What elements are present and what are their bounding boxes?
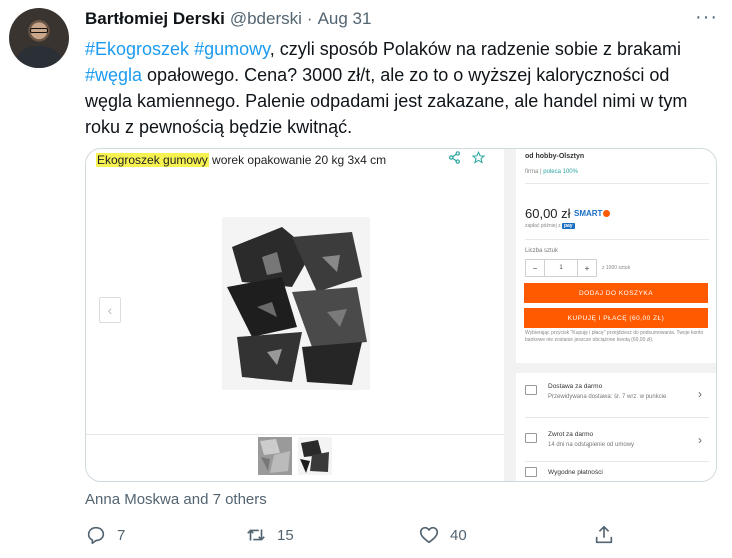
hashtag-ekogroszek[interactable]: #Ekogroszek (85, 39, 189, 59)
retweet-count: 15 (277, 526, 294, 544)
thumbnail-divider (86, 434, 504, 435)
smart-label: SMART (574, 209, 603, 218)
share-button[interactable] (593, 524, 615, 546)
purchase-panel: od hobby-Olsztyn firma | poleca 100% 60,… (516, 149, 716, 481)
liked-by[interactable]: Anna Moskwa and 7 others (85, 491, 267, 508)
attached-screenshot[interactable]: Ekogroszek gumowy worek opakowanie 20 kg… (85, 148, 717, 482)
avatar-glasses (30, 28, 48, 33)
delivery-divider (525, 417, 709, 418)
reply-count: 7 (117, 526, 126, 544)
delivery-title: Dostawa za darmo (548, 383, 603, 390)
thumbnail-2 (298, 437, 332, 475)
quantity-stepper: − 1 + (525, 259, 597, 277)
qty-label: Liczba sztuk (525, 248, 559, 254)
tweet-text-part1: , czyli sposób Polaków na radzenie sobie… (269, 39, 681, 59)
buy-box: od hobby-Olsztyn firma | poleca 100% 60,… (516, 149, 716, 363)
star-icon (471, 150, 486, 167)
seller-divider (525, 183, 709, 184)
qty-available: z 1000 sztuk (602, 265, 631, 271)
tweet-text-part2: opałowego. Cena? 3000 zł/t, ale zo to o … (85, 65, 688, 137)
qty-minus-button: − (532, 263, 538, 273)
header-separator: · (306, 9, 313, 28)
product-photo (222, 217, 370, 390)
return-divider (525, 461, 709, 462)
delivery-row: Dostawa za darmo Przewidywana dostawa: ś… (516, 375, 716, 415)
return-row: Zwrot za darmo 14 dni na odstąpienie od … (516, 423, 716, 463)
pay-later-text: zapłać później z (525, 223, 561, 229)
smart-dot-icon (603, 210, 611, 217)
chevron-right-icon: › (698, 433, 702, 447)
purchase-note: Wybierając przycisk "Kupuję i płacę" prz… (525, 330, 704, 343)
retweet-icon (247, 529, 265, 541)
delivery-info: Dostawa za darmo Przewidywana dostawa: ś… (516, 373, 716, 481)
more-horizontal-icon[interactable]: ··· (695, 7, 718, 27)
product-title: Ekogroszek gumowy worek opakowanie 20 kg… (96, 153, 386, 167)
author-avatar[interactable] (9, 8, 69, 68)
like-button[interactable]: 40 (418, 524, 467, 546)
tweet-actions: 7 15 40 (85, 524, 717, 548)
price-divider (525, 239, 709, 240)
seller-name: od hobby-Olsztyn (525, 153, 585, 160)
truck-icon (525, 385, 537, 395)
smart-badge: SMART (574, 209, 611, 218)
like-count: 40 (450, 526, 467, 544)
tweet-date[interactable]: Aug 31 (318, 9, 372, 29)
reply-button[interactable]: 7 (85, 524, 125, 546)
share-upload-icon (595, 525, 613, 544)
return-title: Zwrot za darmo (548, 431, 594, 438)
chevron-right-icon: › (698, 387, 702, 401)
pay-later: zapłać później z pay (525, 223, 575, 229)
avatar-shirt (17, 46, 61, 68)
reply-icon (87, 526, 105, 545)
add-to-cart-button: DODAJ DO KOSZYKA (524, 283, 708, 303)
tweet-text: #Ekogroszek #gumowy, czyli sposób Polakó… (85, 36, 715, 140)
product-price: 60,00 zł (525, 206, 571, 221)
qty-value: 1 (544, 260, 578, 276)
gallery-prev-button: ‹ (99, 297, 121, 323)
author-handle[interactable]: @bderski (230, 9, 302, 29)
seller-type: firma (525, 169, 539, 175)
product-title-rest: worek opakowanie 20 kg 3x4 cm (208, 153, 387, 167)
return-subtitle: 14 dni na odstąpienie od umowy (548, 442, 635, 448)
return-icon (525, 433, 537, 443)
thumbnail-1 (258, 437, 292, 475)
retweet-button[interactable]: 15 (245, 524, 294, 546)
payments-title: Wygodne płatności (548, 469, 603, 476)
qty-plus-button: + (584, 263, 590, 273)
payments-row: Wygodne płatności (516, 463, 716, 481)
seller-meta: firma | poleca 100% (525, 169, 578, 175)
author-name[interactable]: Bartłomiej Derski (85, 9, 225, 29)
product-title-highlight: Ekogroszek gumowy (96, 153, 209, 167)
seller-recommend: poleca 100% (543, 169, 578, 175)
hashtag-wegla[interactable]: #węgla (85, 65, 142, 85)
heart-icon (419, 526, 439, 544)
pay-badge: pay (561, 223, 575, 229)
product-gallery: Ekogroszek gumowy worek opakowanie 20 kg… (86, 149, 504, 481)
tweet-header: Bartłomiej Derski @bderski · Aug 31 (85, 8, 371, 30)
share-icon (448, 151, 461, 167)
buy-and-pay-button: KUPUJĘ I PŁACĘ (60,00 ZŁ) (524, 308, 708, 328)
delivery-subtitle: Przewidywana dostawa: śr. 7 wrz. w punkc… (548, 394, 667, 400)
hashtag-gumowy[interactable]: #gumowy (194, 39, 270, 59)
wallet-icon (525, 467, 537, 477)
